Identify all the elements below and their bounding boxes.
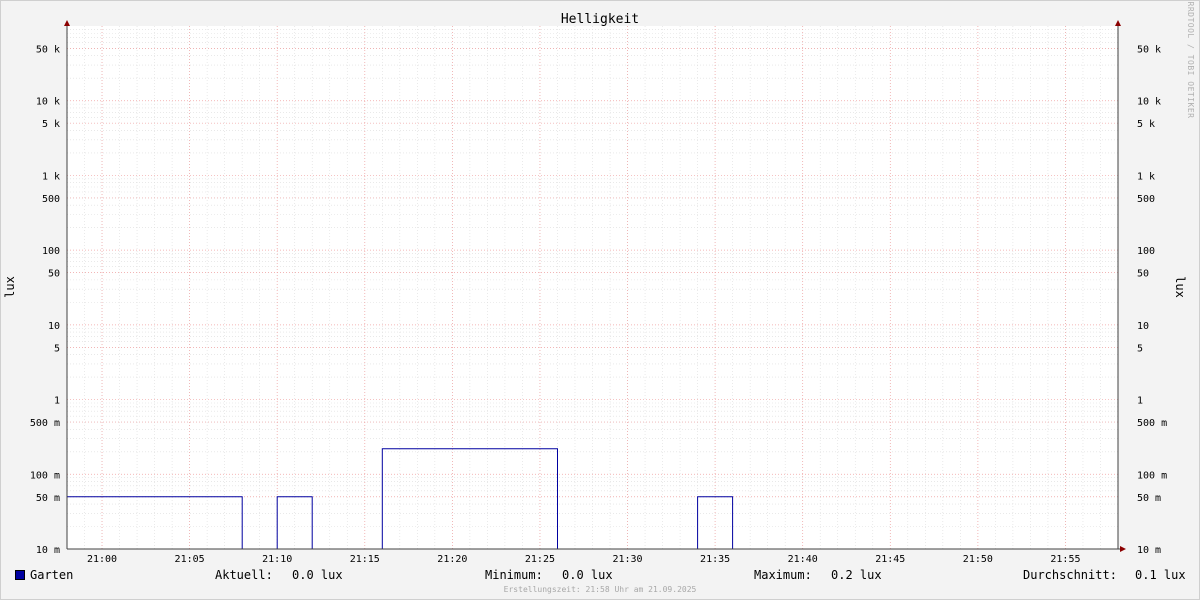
y-axis-label-left: lux: [3, 276, 17, 298]
y-tick-label-right: 50 m: [1137, 493, 1161, 504]
y-tick-label-right: 10: [1137, 321, 1149, 332]
stat-aktuell-label: Aktuell:: [215, 568, 273, 582]
creation-timestamp: Erstellungszeit: 21:58 Uhr am 21.09.2025: [503, 585, 697, 594]
x-tick-label: 21:15: [350, 554, 380, 565]
legend-swatch-garten: [15, 570, 25, 580]
y-tick-label-right: 5 k: [1137, 119, 1155, 130]
stat-minimum-label: Minimum:: [485, 568, 543, 582]
x-tick-label: 21:30: [612, 554, 642, 565]
x-tick-label: 21:10: [262, 554, 292, 565]
x-tick-label: 21:25: [525, 554, 555, 565]
y-tick-label-right: 1: [1137, 396, 1143, 407]
y-tick-label-left: 500 m: [30, 418, 60, 429]
y-axis-right-arrow: [1115, 20, 1121, 26]
y-tick-label-left: 1: [54, 396, 60, 407]
y-tick-label-left: 50 m: [36, 493, 60, 504]
legend-series-name: Garten: [30, 568, 74, 582]
y-tick-label-left: 100: [42, 246, 60, 257]
y-tick-label-left: 50 k: [36, 44, 60, 55]
y-tick-label-left: 500: [42, 194, 60, 205]
x-axis-arrow: [1120, 546, 1126, 552]
y-tick-label-left: 10: [48, 321, 60, 332]
rrdtool-watermark: RRDTOOL / TOBI OETIKER: [1186, 2, 1195, 119]
stat-maximum-value: 0.2 lux: [831, 568, 882, 582]
chart-root: 21:00 21:05 21:10 21:15 21:20 21:25 21:30 21:35…: [0, 0, 1200, 600]
y-axis-label-right: lux: [1173, 276, 1187, 298]
y-tick-label-right: 50 k: [1137, 44, 1161, 55]
x-tick-label: 21:50: [963, 554, 993, 565]
stat-durchschnitt-label: Durchschnitt:: [1023, 568, 1117, 582]
stat-minimum-value: 0.0 lux: [562, 568, 613, 582]
y-axis-left-arrow: [64, 20, 70, 26]
y-tick-label-left: 50: [48, 269, 60, 280]
grid-layer: [67, 26, 1118, 550]
stat-aktuell-value: 0.0 lux: [292, 568, 343, 582]
y-tick-label-right: 100: [1137, 246, 1155, 257]
y-tick-label-left: 1 k: [42, 171, 60, 182]
y-tick-label-right: 10 m: [1137, 545, 1161, 556]
y-tick-label-right: 50: [1137, 269, 1149, 280]
y-tick-label-right: 10 k: [1137, 97, 1161, 108]
y-tick-label-left: 5 k: [42, 119, 60, 130]
legend: Garten Aktuell: 0.0 lux Minimum: 0.0 lux…: [0, 566, 1200, 584]
x-tick-label: 21:05: [175, 554, 205, 565]
chart-svg: 21:00 21:05 21:10 21:15 21:20 21:25 21:30 21:35…: [0, 0, 1200, 600]
x-tick-label: 21:35: [700, 554, 730, 565]
y-tick-label-left: 10 m: [36, 545, 60, 556]
y-tick-label-right: 500 m: [1137, 418, 1167, 429]
y-tick-label-right: 5: [1137, 343, 1143, 354]
y-tick-label-right: 500: [1137, 194, 1155, 205]
y-tick-label-left: 5: [54, 343, 60, 354]
chart-title: Helligkeit: [561, 12, 639, 27]
y-tick-label-right: 100 m: [1137, 470, 1167, 481]
y-tick-label-left: 100 m: [30, 470, 60, 481]
stat-durchschnitt-value: 0.1 lux: [1135, 568, 1186, 582]
y-tick-label-left: 10 k: [36, 97, 60, 108]
stat-maximum-label: Maximum:: [754, 568, 812, 582]
x-tick-label: 21:20: [437, 554, 467, 565]
y-tick-label-right: 1 k: [1137, 171, 1155, 182]
x-tick-label: 21:00: [87, 554, 117, 565]
x-tick-label: 21:40: [788, 554, 818, 565]
x-tick-label: 21:55: [1050, 554, 1080, 565]
x-tick-label: 21:45: [875, 554, 905, 565]
